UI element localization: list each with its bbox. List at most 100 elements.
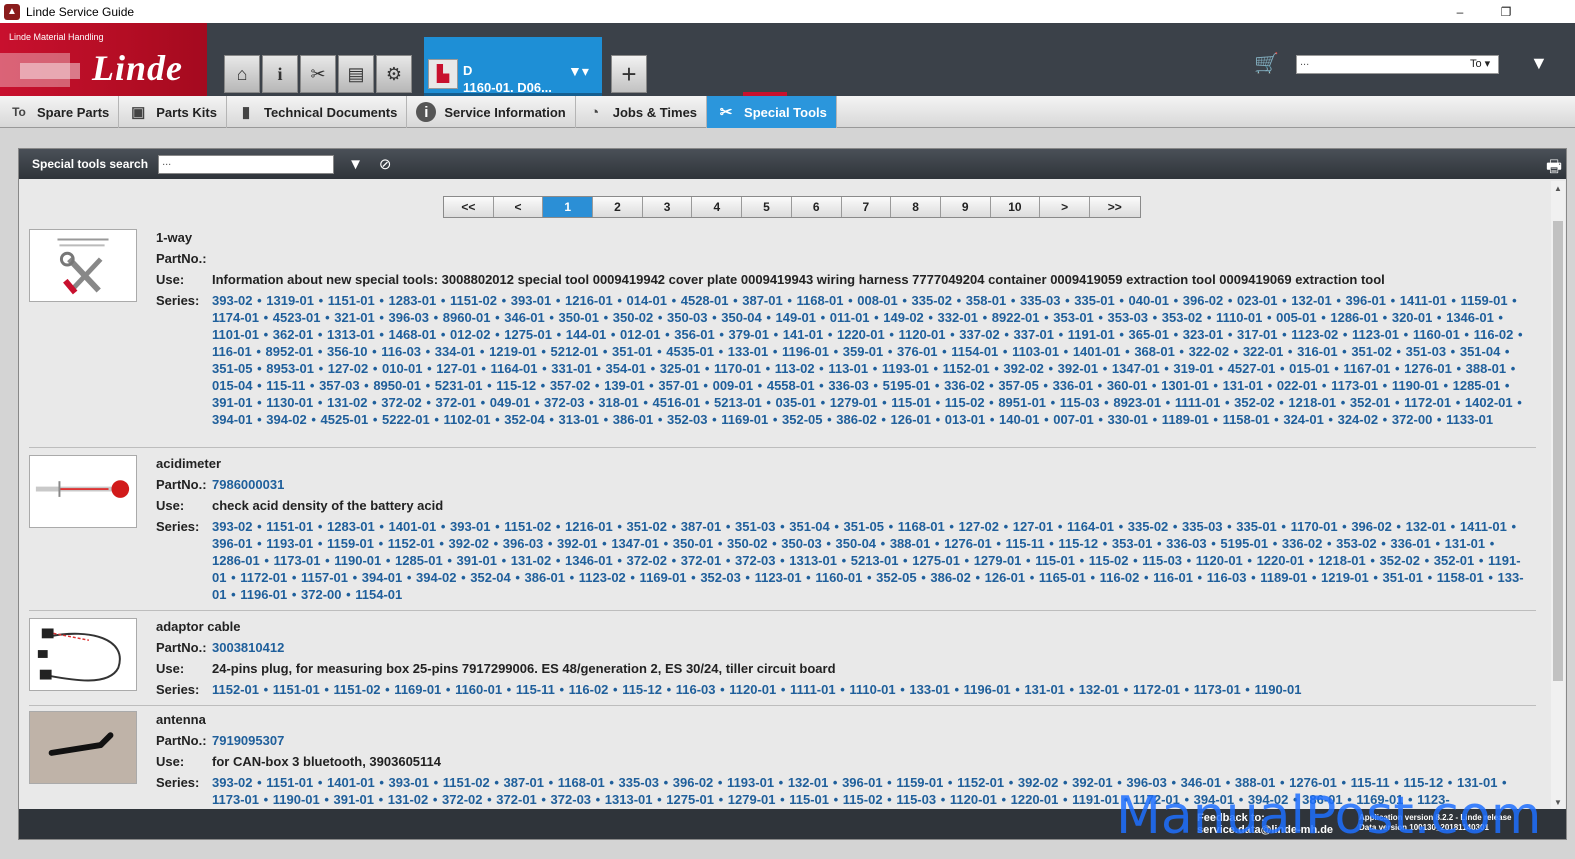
page-last[interactable]: >> (1089, 197, 1140, 217)
special-tools-panel: Special tools search ... ▼ ⊘ 🖶 << < 1 2 … (18, 148, 1567, 840)
open-document-tab[interactable]: ▙ D 1160-01. D06... ▼▾ (424, 37, 602, 96)
print-icon[interactable]: 🖶 (1546, 154, 1562, 183)
series-label: Series: (156, 293, 200, 308)
tool-image[interactable] (29, 455, 137, 528)
tab-service-information[interactable]: i Service Information (407, 96, 576, 128)
page-4[interactable]: 4 (692, 197, 743, 217)
search-label: Special tools search (32, 157, 149, 171)
use-text: for CAN-box 3 bluetooth, 3903605114 (212, 754, 442, 769)
gear-icon[interactable]: ⚙ (376, 55, 412, 93)
watermark: ManualPost.com (1116, 786, 1542, 846)
scroll-up-icon[interactable]: ▲ (1551, 181, 1565, 195)
pagination: << < 1 2 3 4 5 6 7 8 9 10 > >> (443, 196, 1141, 218)
series-list[interactable]: 393-02 • 1151-01 • 1283-01 • 1401-01 • 3… (212, 518, 1530, 603)
partno-link[interactable]: 7986000031 (212, 476, 284, 493)
doc-tab-line1: D (463, 63, 473, 78)
partno-label: PartNo.: (156, 251, 207, 266)
tool-image[interactable] (29, 229, 137, 302)
app-icon: ▲ (4, 3, 20, 20)
list-item: 1-way PartNo.: Use: Information about new… (29, 225, 1536, 448)
page-7[interactable]: 7 (841, 197, 892, 217)
to-select-label: To (1470, 58, 1482, 70)
partno-link[interactable]: 7919095307 (212, 732, 284, 749)
main-nav-icons: ⌂ i ✂ ▤ ⚙ (224, 55, 412, 93)
page-2[interactable]: 2 (593, 197, 643, 217)
use-text: Information about new special tools: 300… (212, 272, 1385, 287)
tab-jobs-times[interactable]: ◔ Jobs & Times (576, 96, 708, 128)
partno-label: PartNo.: (156, 733, 207, 748)
filter-icon[interactable]: ▼ (348, 156, 363, 173)
partno-link[interactable]: 3003810412 (212, 639, 284, 656)
restore-button[interactable]: ❐ (1483, 0, 1529, 23)
linde-logo: Linde Material Handling Linde (0, 23, 207, 96)
page-8[interactable]: 8 (891, 197, 941, 217)
use-label: Use: (156, 754, 185, 769)
page-6[interactable]: 6 (791, 197, 842, 217)
tab-label: Jobs & Times (612, 104, 698, 120)
tab-label: Spare Parts (37, 104, 110, 120)
series-label: Series: (156, 519, 200, 534)
use-text: 24-pins plug, for measuring box 25-pins … (212, 661, 836, 676)
tool-name: adaptor cable (156, 619, 241, 634)
technical-documents-icon: ▮ (241, 104, 251, 121)
page-1[interactable]: 1 (543, 197, 594, 217)
partno-label: PartNo.: (156, 477, 207, 492)
tab-label: Special Tools (744, 104, 827, 120)
spare-parts-icon: To (12, 105, 26, 119)
tab-technical-documents[interactable]: ▮ Technical Documents (227, 96, 408, 128)
page-5[interactable]: 5 (742, 197, 792, 217)
home-icon[interactable]: ⌂ (224, 55, 260, 93)
app-header: Linde Material Handling Linde ⌂ i ✂ ▤ ⚙ … (0, 23, 1575, 96)
scrollbar-thumb[interactable] (1553, 221, 1563, 681)
scroll-down-icon[interactable]: ▼ (1551, 795, 1565, 809)
tab-special-tools[interactable]: ✂ Special Tools (707, 92, 837, 128)
tools-icon: ✂ (719, 104, 733, 121)
minimize-button[interactable]: – (1437, 0, 1483, 23)
use-label: Use: (156, 272, 185, 287)
tool-image[interactable] (29, 618, 137, 691)
clear-filter-icon[interactable]: ⊘ (379, 155, 392, 173)
page-3[interactable]: 3 (642, 197, 693, 217)
window-titlebar: ▲ Linde Service Guide – ❐ (0, 0, 1575, 23)
parts-kits-icon: ▣ (131, 104, 146, 121)
logo-brand: Linde (92, 48, 183, 88)
window-title: Linde Service Guide (26, 4, 135, 19)
tab-label: Parts Kits (156, 104, 217, 120)
use-text: check acid density of the battery acid (212, 498, 444, 513)
list-item: acidimeter PartNo.: 7986000031 Use: check … (29, 451, 1536, 611)
tab-parts-kits[interactable]: ▣ Parts Kits (119, 96, 227, 128)
series-list[interactable]: 1152-01 • 1151-01 • 1151-02 • 1169-01 • … (212, 681, 1530, 698)
page-9[interactable]: 9 (940, 197, 991, 217)
clock-icon: ◔ (590, 103, 600, 121)
logo-tagline: Linde Material Handling (9, 32, 104, 42)
info-icon[interactable]: i (262, 55, 298, 93)
series-label: Series: (156, 682, 200, 697)
page-first[interactable]: << (444, 197, 494, 217)
filter-dropdown-icon[interactable]: ▼▾ (568, 63, 589, 80)
vertical-scrollbar[interactable]: ▲ ▼ (1551, 181, 1565, 809)
partno-label: PartNo.: (156, 640, 207, 655)
page-10[interactable]: 10 (990, 197, 1041, 217)
series-label: Series: (156, 775, 200, 790)
info-icon: i (416, 102, 437, 122)
tool-image[interactable] (29, 711, 137, 784)
add-tab-button[interactable]: + (611, 55, 647, 93)
series-list[interactable]: 393-02 • 1319-01 • 1151-01 • 1283-01 • 1… (212, 292, 1530, 428)
truck-icon[interactable]: ▤ (338, 55, 374, 93)
cart-icon[interactable]: 🛒 (1254, 51, 1279, 76)
page-prev[interactable]: < (493, 197, 544, 217)
close-button[interactable] (1529, 0, 1575, 23)
tools-icon[interactable]: ✂ (300, 55, 336, 93)
page-next[interactable]: > (1040, 197, 1090, 217)
funnel-icon[interactable]: ▼ (1530, 53, 1548, 74)
tab-label: Technical Documents (263, 104, 398, 120)
special-tools-search-input[interactable]: ... (158, 154, 335, 174)
tab-label: Service Information (444, 104, 566, 120)
tab-spare-parts[interactable]: To Spare Parts (0, 96, 120, 128)
list-item: adaptor cable PartNo.: 3003810412 Use: 24-… (29, 614, 1536, 706)
to-select[interactable]: To ▾ (1470, 57, 1490, 70)
section-tabs: To Spare Parts ▣ Parts Kits ▮ Technical Doc… (0, 92, 1575, 128)
global-search-input[interactable]: ... (1296, 55, 1499, 74)
use-label: Use: (156, 498, 185, 513)
tool-name: 1-way (156, 230, 193, 245)
